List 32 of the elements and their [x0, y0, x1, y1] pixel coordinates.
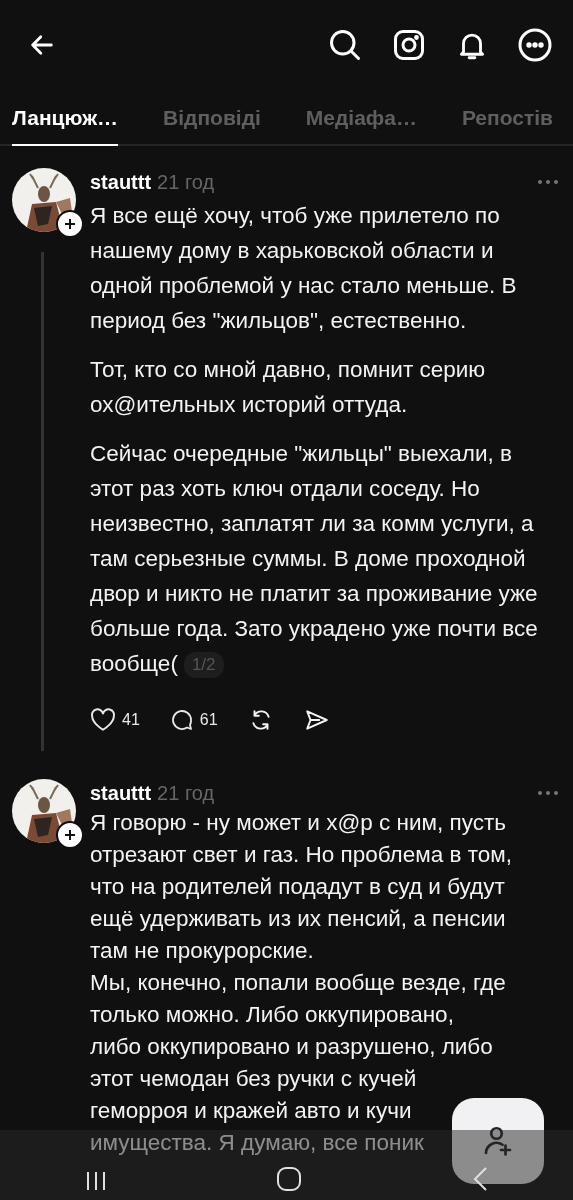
more-icon[interactable] — [517, 27, 553, 63]
post-text-line: что на родителей подадут в суд и будут — [90, 873, 505, 901]
back-icon[interactable] — [472, 1166, 489, 1192]
camera-icon[interactable] — [391, 27, 427, 63]
post-text-line: Я говорю - ну может и х@р с ним, пусть — [90, 809, 506, 837]
post-text: Тот, кто со мной давно, помнит серию ох@ительных историй оттуда. — [90, 356, 487, 419]
add-person-button[interactable] — [452, 1098, 544, 1184]
post-text-line: Мы, конечно, попали вообще везде, где — [90, 969, 506, 997]
post-time: 21 год — [157, 781, 215, 805]
recent-apps-icon[interactable] — [84, 1170, 107, 1192]
post-text-line: отрезают свет и газ. Но проблема в том, — [90, 841, 512, 869]
tab[interactable]: Ланцюж… — [12, 106, 119, 146]
post-text-line: ещё удерживать из их пенсий, а пенсии — [90, 905, 506, 933]
username[interactable]: stauttt — [90, 170, 152, 194]
post-text-line: имущества. Я думаю, все поник — [90, 1129, 424, 1157]
post-text-line: геморроя и кражей авто и кучи — [90, 1097, 412, 1125]
search-icon[interactable] — [327, 27, 363, 63]
comment-icon[interactable] — [169, 708, 194, 732]
post-text-line: этот чемодан без ручки с кучей — [90, 1065, 417, 1093]
heart-icon[interactable] — [90, 708, 116, 732]
post-text-line: только можно. Либо оккупировано, — [90, 1001, 454, 1029]
reply-count: 61 — [199, 711, 218, 729]
home-icon[interactable] — [276, 1166, 303, 1192]
send-icon[interactable] — [303, 708, 330, 732]
like-count: 41 — [122, 711, 140, 729]
post-text-line: там не прокурорские. — [90, 937, 314, 965]
post-text: Я все ещё хочу, чтоб уже прилетело по нашему дому в харьковской области и одной проблемой у нас стало меньше. В период без "жильцов", естественно. — [90, 202, 518, 335]
follow-plus-icon[interactable] — [56, 210, 84, 238]
post-time: 21 год — [157, 170, 215, 194]
follow-plus-icon[interactable] — [56, 821, 84, 849]
post-text-line: либо оккупировано и разрушено, либо — [90, 1033, 493, 1061]
username[interactable]: stauttt — [90, 781, 152, 805]
